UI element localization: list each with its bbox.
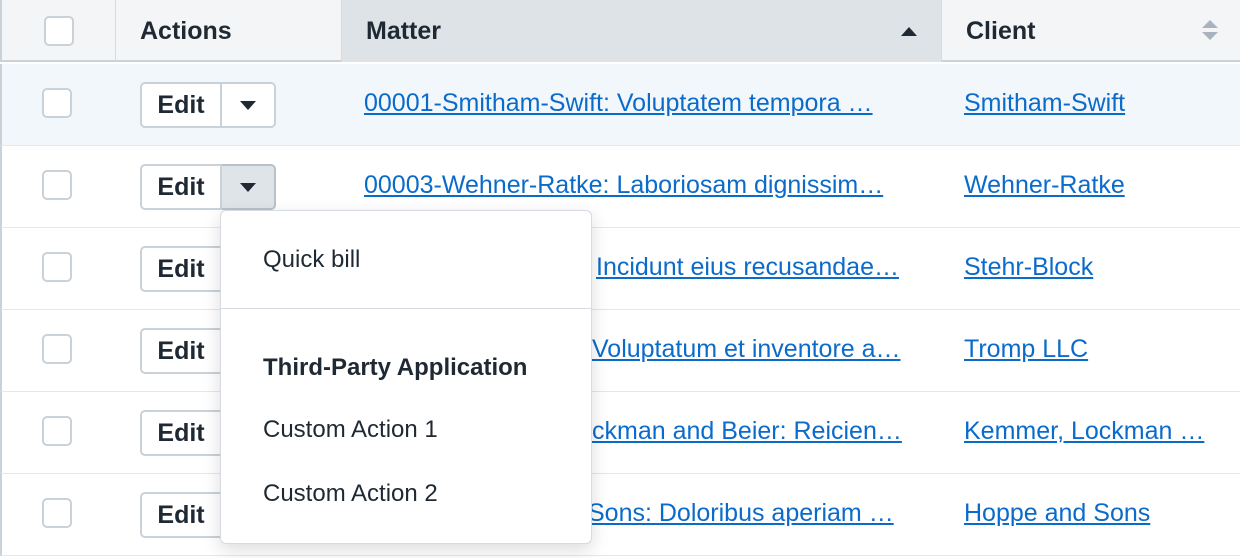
client-link[interactable]: Hoppe and Sons [964, 498, 1220, 528]
row-actions: Edit [140, 82, 276, 128]
matter-link[interactable]: 00003-Wehner-Ratke: Laboriosam dignissim… [364, 170, 910, 200]
actions-header-label: Actions [140, 16, 232, 45]
matter-link[interactable]: Sons: Doloribus aperiam … [588, 498, 910, 528]
matter-link[interactable]: Incidunt eius recusandae… [596, 252, 918, 282]
edit-button[interactable]: Edit [140, 328, 222, 374]
menu-item-custom-action-1[interactable]: Custom Action 1 [263, 415, 438, 445]
client-link[interactable]: Wehner-Ratke [964, 170, 1220, 200]
matter-header[interactable]: Matter [342, 0, 942, 62]
caret-down-icon [240, 100, 256, 110]
table-header: Actions Matter Client [0, 0, 1240, 62]
edit-button[interactable]: Edit [140, 246, 222, 292]
menu-item-custom-action-2[interactable]: Custom Action 2 [263, 479, 438, 509]
client-link[interactable]: Stehr-Block [964, 252, 1220, 282]
edit-button[interactable]: Edit [140, 410, 222, 456]
caret-down-icon [240, 182, 256, 192]
row-actions-dropdown-button[interactable] [222, 82, 276, 128]
edit-button[interactable]: Edit [140, 164, 222, 210]
sort-ascending-icon[interactable] [901, 27, 917, 36]
select-all-cell [2, 0, 116, 62]
matter-link[interactable]: ckman and Beier: Reicien… [592, 416, 914, 446]
client-link[interactable]: Tromp LLC [964, 334, 1220, 364]
row-checkbox[interactable] [42, 498, 72, 528]
table-row: Edit 00003-Wehner-Ratke: Laboriosam dign… [0, 146, 1240, 228]
row-checkbox[interactable] [42, 252, 72, 282]
matter-link[interactable]: 00001-Smitham-Swift: Voluptatem tempora … [364, 88, 910, 118]
row-checkbox[interactable] [42, 416, 72, 446]
row-actions-dropdown-button[interactable] [222, 164, 276, 210]
row-actions: Edit [140, 164, 276, 210]
select-all-checkbox[interactable] [44, 16, 74, 46]
menu-item-quick-bill[interactable]: Quick bill [263, 245, 360, 275]
matter-link[interactable]: Voluptatum et inventore a… [592, 334, 914, 364]
table-row: Edit Sons: Doloribus aperiam … Hoppe and… [0, 474, 1240, 556]
client-header[interactable]: Client [942, 0, 1240, 62]
row-actions-menu: Quick bill Third-Party Application Custo… [220, 210, 592, 544]
row-checkbox[interactable] [42, 170, 72, 200]
menu-section-heading: Third-Party Application [263, 354, 528, 381]
client-link[interactable]: Kemmer, Lockman … [964, 416, 1220, 446]
sort-unsorted-icon[interactable] [1202, 20, 1218, 42]
table-row: Edit ckman and Beier: Reicien… Kemmer, L… [0, 392, 1240, 474]
table-row: Edit Incidunt eius recusandae… Stehr-Blo… [0, 228, 1240, 310]
matter-header-label: Matter [366, 16, 442, 45]
row-checkbox[interactable] [42, 334, 72, 364]
edit-button[interactable]: Edit [140, 492, 222, 538]
edit-button[interactable]: Edit [140, 82, 222, 128]
client-header-label: Client [966, 16, 1036, 45]
table-row: Edit Voluptatum et inventore a… Tromp LL… [0, 310, 1240, 392]
actions-header: Actions [116, 0, 342, 62]
client-link[interactable]: Smitham-Swift [964, 88, 1220, 118]
menu-divider [221, 308, 591, 309]
table-row: Edit 00001-Smitham-Swift: Voluptatem tem… [0, 64, 1240, 146]
row-checkbox[interactable] [42, 88, 72, 118]
